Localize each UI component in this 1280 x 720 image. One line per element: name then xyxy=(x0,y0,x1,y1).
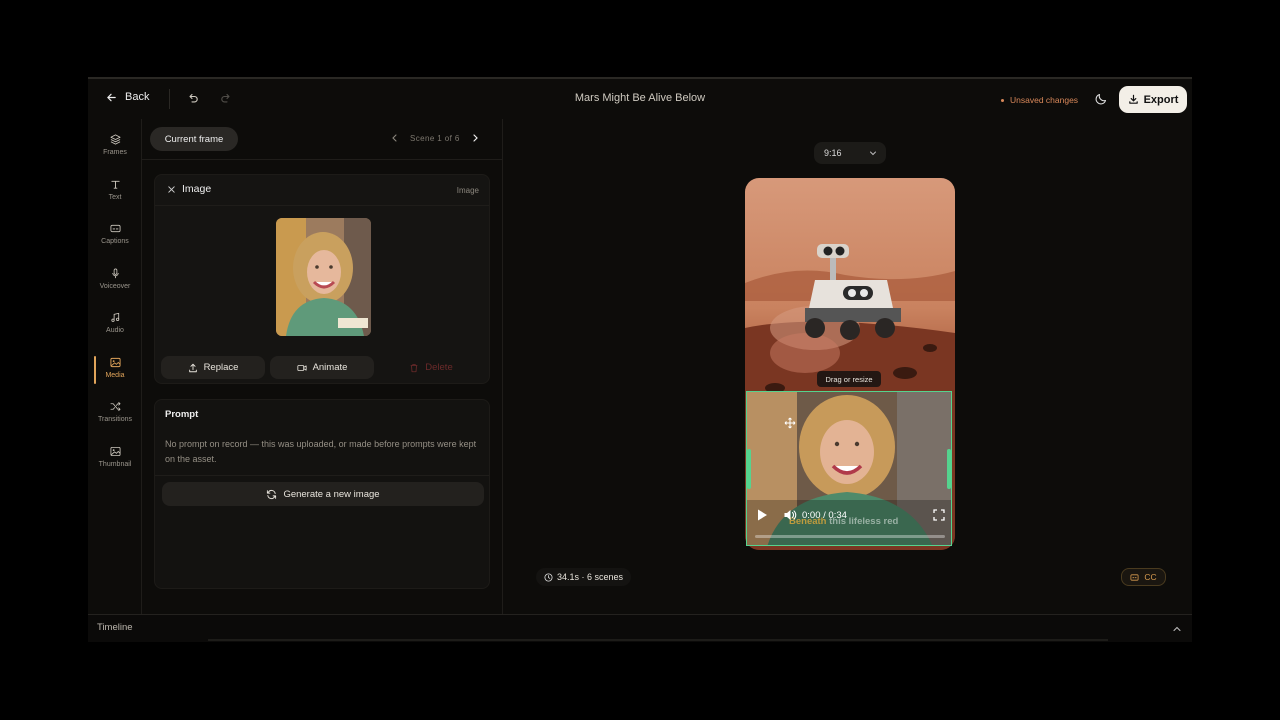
generate-image-button[interactable]: Generate a new image xyxy=(162,482,484,506)
chevron-down-icon xyxy=(869,151,876,156)
download-icon xyxy=(1128,94,1138,104)
duration-text: 34.1s · 6 scenes xyxy=(557,572,624,582)
rail-label: Voiceover xyxy=(99,283,131,290)
arrow-left-icon xyxy=(107,93,116,101)
image-card: Image Image Replace Animate Delete xyxy=(154,174,490,384)
video-progress-bar[interactable] xyxy=(755,535,945,538)
scene-navigator: Scene 1 of 6 xyxy=(390,133,480,143)
rail-label: Media xyxy=(105,372,125,379)
play-icon[interactable] xyxy=(755,508,769,522)
volume-icon[interactable] xyxy=(783,508,797,522)
rail-item-text[interactable]: Text xyxy=(88,179,142,219)
rail-item-frames[interactable]: Frames xyxy=(88,134,142,174)
chevron-left-icon[interactable] xyxy=(390,133,400,143)
text-icon xyxy=(110,180,120,189)
clock-icon xyxy=(544,572,553,582)
card-divider xyxy=(155,475,489,476)
rail-label: Transitions xyxy=(98,416,132,423)
rail-item-media[interactable]: Media xyxy=(88,356,142,397)
moon-icon[interactable] xyxy=(1094,92,1108,106)
replace-button[interactable]: Replace xyxy=(161,356,265,379)
unsaved-dot xyxy=(1001,98,1004,102)
rail-label: Captions xyxy=(101,238,129,245)
preview-stage: 9:16 Drag or resize Beneath this lifeles… xyxy=(504,119,1192,614)
prompt-text: No prompt on record — this was uploaded,… xyxy=(165,439,477,464)
redo-icon[interactable] xyxy=(220,92,232,104)
top-bar: Back Mars Might Be Alive Below Unsaved c… xyxy=(88,79,1192,119)
thumbnail-icon xyxy=(110,446,120,457)
rail-item-transitions[interactable]: Transitions xyxy=(88,401,142,441)
resize-handle-left[interactable] xyxy=(747,449,751,489)
aspect-ratio-value: 9:16 xyxy=(824,148,842,158)
prompt-card: Prompt No prompt on record — this was up… xyxy=(154,399,490,589)
captions-icon xyxy=(1130,573,1139,581)
video-controls: 0:00 / 0:34 xyxy=(755,505,945,525)
rail-label: Thumbnail xyxy=(98,461,132,468)
timeline-bar[interactable]: Timeline xyxy=(88,614,1192,642)
rail-label: Frames xyxy=(103,149,127,156)
export-label: Export xyxy=(1143,93,1179,106)
trash-icon xyxy=(410,363,418,372)
rail-item-thumbnail[interactable]: Thumbnail xyxy=(88,446,142,486)
media-panel: Current frame Scene 1 of 6 Image Image R… xyxy=(142,119,503,614)
tool-rail: Frames Text Captions Voiceover Audio Med… xyxy=(88,119,142,614)
delete-button[interactable]: Delete xyxy=(379,356,483,379)
image-card-title: Image xyxy=(182,183,212,195)
scene-counter: Scene 1 of 6 xyxy=(410,133,460,143)
chevron-up-icon[interactable] xyxy=(1172,624,1182,634)
unsaved-label: Unsaved changes xyxy=(1010,95,1079,105)
animate-button[interactable]: Animate xyxy=(270,356,374,379)
prompt-title: Prompt xyxy=(165,409,199,420)
panel-divider xyxy=(142,159,503,160)
back-button[interactable]: Back xyxy=(106,91,149,103)
export-button[interactable]: Export xyxy=(1119,86,1187,113)
video-overlay-layer[interactable]: Beneath this lifeless red 0:00 / 0:34 xyxy=(746,391,952,546)
image-icon xyxy=(109,357,121,368)
rail-item-captions[interactable]: Captions xyxy=(88,223,142,263)
animate-label: Animate xyxy=(312,362,348,373)
rail-item-audio[interactable]: Audio xyxy=(88,312,142,352)
card-divider xyxy=(155,205,489,206)
timeline-track-preview xyxy=(208,639,1108,641)
duration-badge: 34.1s · 6 scenes xyxy=(536,568,632,586)
microphone-icon xyxy=(111,268,119,279)
refresh-icon xyxy=(267,489,277,499)
unsaved-status: Unsaved changes xyxy=(1001,95,1078,105)
asset-type-tag: Image xyxy=(456,186,479,195)
rail-item-voiceover[interactable]: Voiceover xyxy=(88,268,142,308)
layers-icon xyxy=(110,134,120,145)
delete-label: Delete xyxy=(425,362,453,373)
fullscreen-icon[interactable] xyxy=(933,509,945,521)
generate-label: Generate a new image xyxy=(283,488,380,500)
toolbar-divider xyxy=(169,89,170,109)
timeline-label: Timeline xyxy=(97,622,133,633)
rail-label: Text xyxy=(108,194,122,201)
aspect-ratio-select[interactable]: 9:16 xyxy=(814,142,886,164)
video-camera-icon xyxy=(296,364,307,371)
music-icon xyxy=(110,312,119,322)
cc-label: CC xyxy=(1144,572,1157,582)
move-cursor-icon xyxy=(784,417,796,429)
rail-label: Audio xyxy=(106,327,124,334)
editor-window: Back Mars Might Be Alive Below Unsaved c… xyxy=(88,77,1192,642)
current-frame-tab[interactable]: Current frame xyxy=(150,127,238,151)
image-thumbnail[interactable] xyxy=(276,218,371,336)
shuffle-icon xyxy=(110,401,120,412)
portrait-illustration xyxy=(276,218,371,336)
replace-label: Replace xyxy=(203,362,239,373)
captions-icon xyxy=(110,224,120,233)
undo-icon[interactable] xyxy=(187,92,199,104)
resize-handle-right[interactable] xyxy=(947,449,951,489)
close-icon[interactable] xyxy=(167,185,176,194)
drag-resize-hint: Drag or resize xyxy=(817,371,881,387)
chevron-right-icon[interactable] xyxy=(470,133,480,143)
back-label: Back xyxy=(125,91,150,103)
upload-icon xyxy=(188,363,197,372)
captions-toggle-button[interactable]: CC xyxy=(1121,568,1166,586)
video-time: 0:00 / 0:34 xyxy=(802,509,847,521)
